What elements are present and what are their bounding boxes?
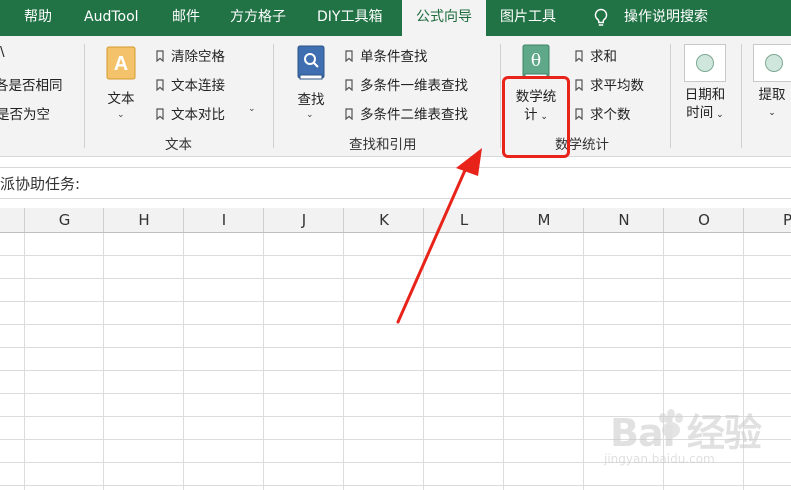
watermark-url: jingyan.baidu.com <box>604 452 715 466</box>
watermark-text: Bai 经验 <box>610 411 762 455</box>
baidu-watermark: Bai 经验 jingyan.baidu.com <box>580 398 785 473</box>
